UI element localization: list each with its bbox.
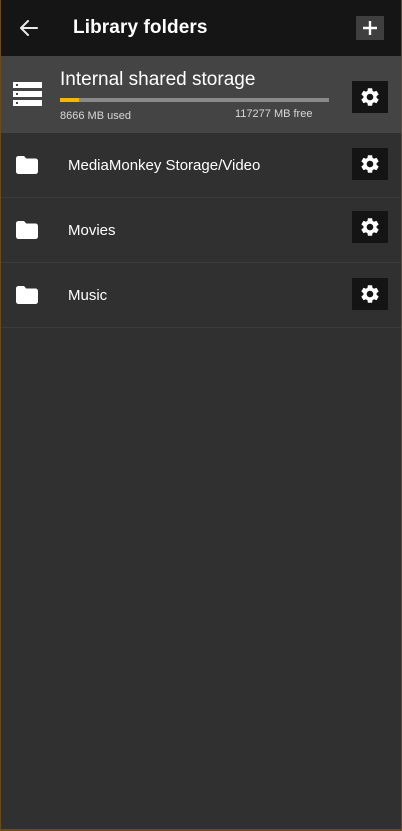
storage-usage-bar [60, 98, 329, 102]
folder-settings-button[interactable] [352, 211, 388, 243]
arrow-left-icon [20, 20, 38, 36]
folder-settings-button[interactable] [352, 278, 388, 310]
folder-icon [16, 156, 38, 174]
page-title: Library folders [73, 17, 208, 38]
folder-label: Movies [68, 222, 116, 239]
add-folder-button[interactable] [356, 16, 384, 40]
plus-icon [363, 21, 377, 35]
storage-usage-fill [60, 98, 79, 102]
folder-item[interactable]: MediaMonkey Storage/Video [1, 133, 401, 198]
storage-item[interactable]: Internal shared storage 8666 MB used 117… [1, 56, 401, 133]
storage-used-text: 8666 MB used [60, 110, 131, 122]
back-button[interactable] [15, 14, 43, 42]
folder-icon [16, 221, 38, 239]
folder-label: Music [68, 287, 108, 304]
folder-label: MediaMonkey Storage/Video [68, 157, 261, 174]
gear-icon [361, 285, 379, 303]
app-frame: Library folders Internal shared storage … [0, 0, 402, 831]
folder-settings-button[interactable] [352, 148, 388, 180]
gear-icon [361, 88, 379, 106]
storage-free-text: 117277 MB free [235, 108, 313, 120]
storage-drive-icon [13, 82, 42, 106]
folder-icon [16, 286, 38, 304]
folder-item[interactable]: Movies [1, 198, 401, 263]
storage-name: Internal shared storage [60, 69, 256, 90]
storage-settings-button[interactable] [352, 81, 388, 113]
app-bar: Library folders [1, 0, 401, 56]
gear-icon [361, 155, 379, 173]
gear-icon [361, 218, 379, 236]
folder-item[interactable]: Music [1, 263, 401, 328]
